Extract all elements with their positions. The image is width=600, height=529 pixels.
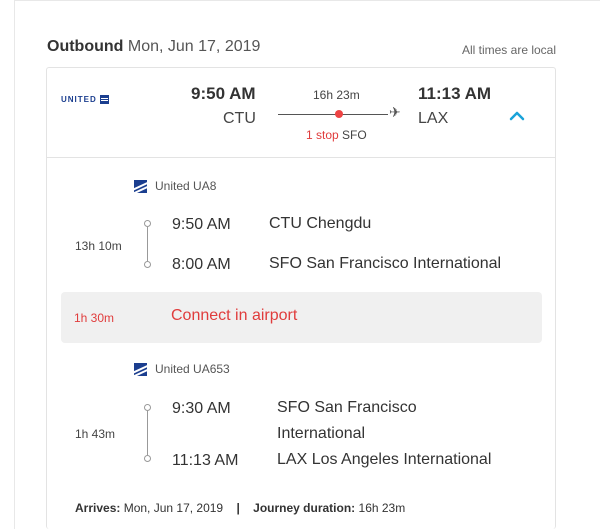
total-duration: 16h 23m <box>313 88 360 102</box>
outbound-date: Mon, Jun 17, 2019 <box>127 38 261 55</box>
arrival-time: 11:13 AM <box>418 84 492 103</box>
segment-2-airline: United UA653 <box>134 362 230 376</box>
departure-time: 9:50 AM <box>191 84 256 103</box>
stops-count: 1 stop <box>306 128 339 142</box>
segment-2-depart-place: SFO San Francisco International <box>277 399 417 442</box>
flight-summary-row[interactable]: UNITED 9:50 AM CTU 16h 23m ✈ 1 stop SFO … <box>47 68 555 158</box>
segment-1-arrive-place: SFO San Francisco International <box>269 255 502 272</box>
connection-message: Connect in airport <box>171 307 298 324</box>
stops-info: 1 stop SFO <box>306 128 367 142</box>
connection-notice: 1h 30m Connect in airport <box>61 292 542 343</box>
segment-1-arrive-time: 8:00 AM <box>172 256 231 273</box>
departure-airport-code: CTU <box>223 110 256 127</box>
chevron-up-icon[interactable] <box>507 106 527 126</box>
journey-footer: Arrives: Mon, Jun 17, 2019 | Journey dur… <box>75 501 405 515</box>
local-times-note: All times are local <box>461 43 556 57</box>
segment-1-depart-time: 9:50 AM <box>172 216 231 233</box>
stop-dot <box>335 110 343 118</box>
segment-2-flight: United UA653 <box>155 362 230 376</box>
stop-airport-code: SFO <box>342 128 367 142</box>
arrives-label: Arrives: <box>75 501 121 515</box>
timeline-start-dot <box>144 220 151 227</box>
footer-separator: | <box>236 501 240 515</box>
journey-duration-value: 16h 23m <box>358 501 406 515</box>
segment-1-flight: United UA8 <box>155 179 217 193</box>
arrival-airport-code: LAX <box>418 110 449 127</box>
united-globe-icon <box>134 179 147 193</box>
timeline-line <box>147 227 148 261</box>
segment-2-arrive-place: LAX Los Angeles International <box>277 451 492 468</box>
segment-2-duration: 1h 43m <box>75 427 116 441</box>
segment-2-arrive-time: 11:13 AM <box>172 452 239 469</box>
route-line <box>278 114 388 115</box>
outbound-header: Outbound Mon, Jun 17, 2019 <box>47 38 260 56</box>
segment-1-airline: United UA8 <box>134 179 216 193</box>
united-globe-icon <box>134 362 147 376</box>
airline-logo-text: UNITED <box>61 95 97 104</box>
timeline-line <box>147 411 148 455</box>
timeline-end-dot <box>144 455 151 462</box>
airline-logo: UNITED <box>61 95 109 104</box>
timeline-end-dot <box>144 261 151 268</box>
direction-label: Outbound <box>47 38 124 55</box>
segment-1-duration: 13h 10m <box>75 239 122 253</box>
connection-duration: 1h 30m <box>74 311 115 325</box>
journey-duration-label: Journey duration: <box>253 501 356 515</box>
arrives-value: Mon, Jun 17, 2019 <box>123 501 224 515</box>
united-globe-icon <box>99 95 109 104</box>
plane-icon: ✈ <box>389 104 401 120</box>
segment-1-depart-place: CTU Chengdu <box>269 215 372 232</box>
itinerary-card: UNITED 9:50 AM CTU 16h 23m ✈ 1 stop SFO … <box>46 67 556 529</box>
timeline-start-dot <box>144 404 151 411</box>
segment-2-depart-time: 9:30 AM <box>172 400 231 417</box>
